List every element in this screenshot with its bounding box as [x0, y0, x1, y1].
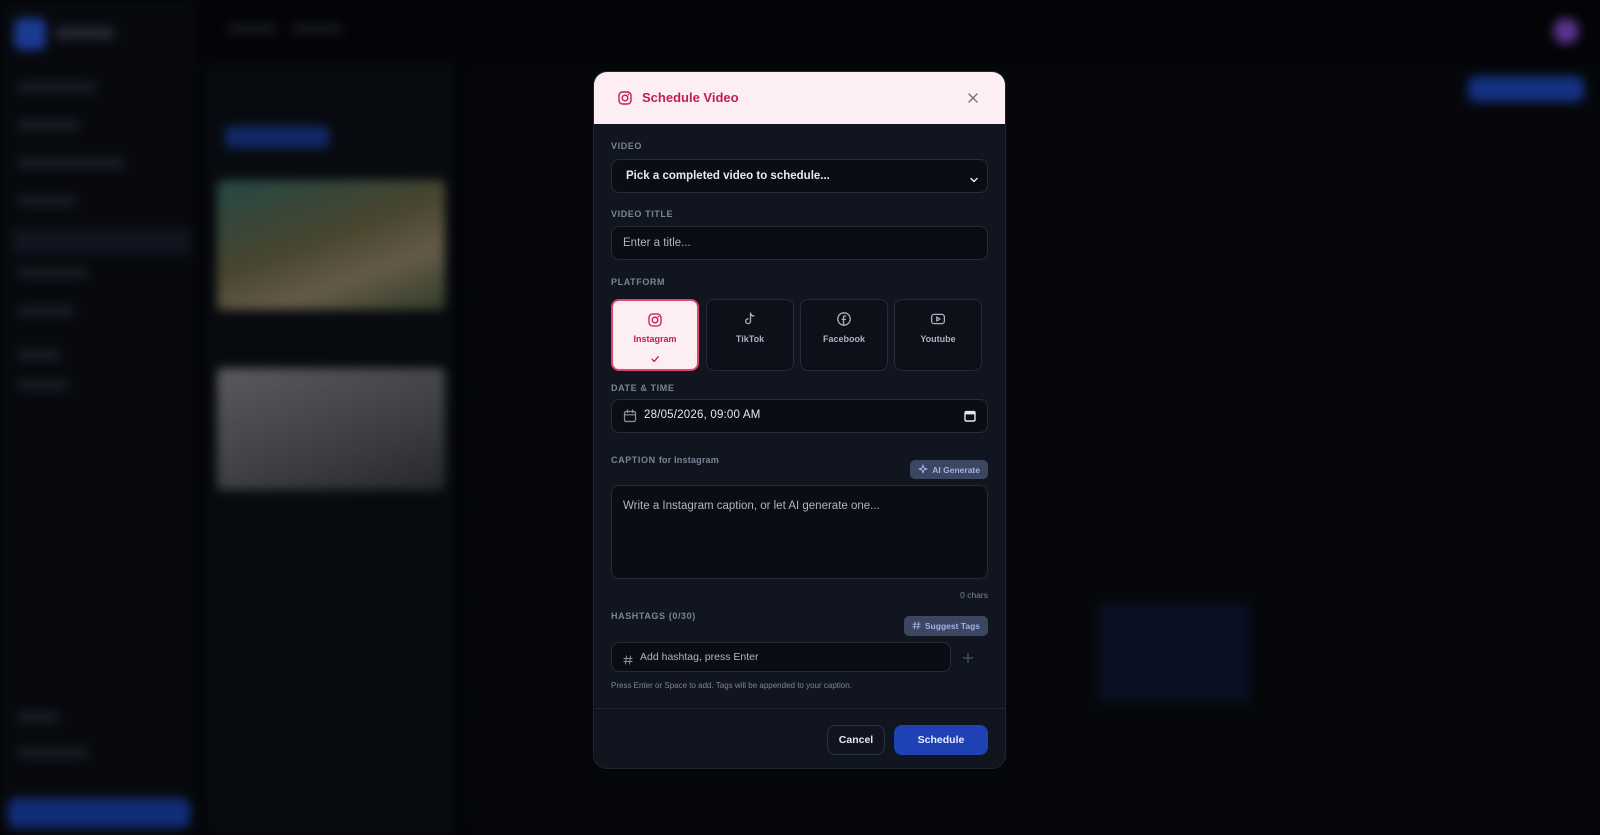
- hashtags-count: (0/30): [668, 611, 696, 621]
- hash-icon: [912, 620, 921, 632]
- hashtag-hint: Press Enter or Space to add. Tags will b…: [611, 681, 852, 690]
- modal-title: Schedule Video: [642, 90, 739, 105]
- footer-divider: [594, 708, 1005, 709]
- check-icon: [650, 351, 660, 369]
- hash-icon: [623, 652, 633, 670]
- hashtags-label: HASHTAGS (0/30): [611, 611, 696, 621]
- video-title-placeholder: Enter a title...: [623, 237, 691, 249]
- close-icon[interactable]: [963, 88, 983, 108]
- suggest-tags-label: Suggest Tags: [924, 621, 980, 631]
- hashtag-placeholder: Add hashtag, press Enter: [640, 651, 759, 663]
- video-title-label: VIDEO TITLE: [611, 209, 674, 219]
- platform-label-facebook: Facebook: [822, 334, 865, 344]
- video-select[interactable]: Pick a completed video to schedule...: [611, 159, 988, 193]
- platform-option-facebook[interactable]: Facebook: [800, 299, 888, 371]
- tiktok-icon: [742, 311, 758, 327]
- caption-textarea[interactable]: Write a Instagram caption, or let AI gen…: [611, 485, 988, 579]
- platform-label-youtube: Youtube: [920, 334, 956, 344]
- platform-option-youtube[interactable]: Youtube: [894, 299, 982, 371]
- caption-placeholder: Write a Instagram caption, or let AI gen…: [623, 500, 880, 512]
- ai-generate-button[interactable]: AI Generate: [910, 460, 988, 479]
- platform-option-tiktok[interactable]: TikTok: [706, 299, 794, 371]
- youtube-icon: [930, 311, 946, 327]
- video-title-input[interactable]: Enter a title...: [611, 226, 988, 260]
- suggest-tags-button[interactable]: Suggest Tags: [903, 616, 988, 636]
- datetime-label: DATE & TIME: [611, 383, 675, 393]
- sparkle-icon: [918, 464, 928, 476]
- datetime-input[interactable]: 28/05/2026, 09:00 AM: [611, 399, 988, 433]
- ai-generate-label: AI Generate: [932, 464, 980, 475]
- platform-label: PLATFORM: [611, 277, 666, 287]
- video-label: VIDEO: [611, 141, 643, 151]
- platform-label-instagram: Instagram: [633, 334, 677, 344]
- caption-label-suffix: for Instagram: [658, 455, 719, 465]
- plus-icon[interactable]: [958, 648, 978, 668]
- schedule-video-modal: Schedule Video VIDEO Pick a completed vi…: [593, 71, 1006, 769]
- caption-char-count: 0 chars: [960, 590, 988, 600]
- platform-option-instagram[interactable]: Instagram: [611, 299, 699, 371]
- facebook-icon: [836, 311, 852, 327]
- cancel-button[interactable]: Cancel: [827, 725, 885, 755]
- modal-header: Schedule Video: [594, 72, 1005, 124]
- hashtags-label-text: HASHTAGS: [611, 611, 666, 621]
- platform-label-tiktok: TikTok: [735, 334, 765, 344]
- hashtag-input[interactable]: Add hashtag, press Enter: [611, 642, 951, 672]
- video-select-value: Pick a completed video to schedule...: [626, 170, 830, 182]
- instagram-icon: [647, 312, 663, 328]
- calendar-picker-icon[interactable]: [964, 409, 976, 427]
- schedule-button[interactable]: Schedule: [894, 725, 988, 755]
- calendar-icon: [623, 409, 637, 428]
- caption-label-text: CAPTION: [611, 455, 656, 465]
- chevron-down-icon: [969, 172, 979, 190]
- caption-label: CAPTION for Instagram: [611, 455, 719, 465]
- instagram-icon: [616, 89, 634, 107]
- datetime-value: 28/05/2026, 09:00 AM: [644, 409, 761, 421]
